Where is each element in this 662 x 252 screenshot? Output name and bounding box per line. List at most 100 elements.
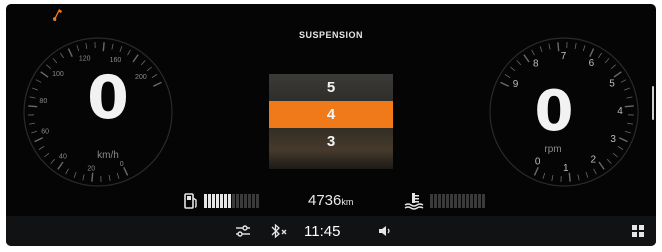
gauge-segment (466, 194, 469, 208)
dial-tick (60, 52, 64, 59)
dial-tick-label: 3 (610, 134, 616, 145)
dial-tick (140, 60, 146, 66)
dial-tick (516, 60, 522, 66)
gauge-segment (224, 194, 227, 208)
coolant-gauge (430, 194, 485, 208)
dial-tick-label: 6 (589, 58, 595, 69)
gauge-segment (438, 194, 441, 208)
gauge-segment (232, 194, 235, 208)
dial-tick (612, 152, 618, 158)
dial-tick (65, 168, 69, 175)
dial-tick (618, 137, 628, 143)
speaker-icon[interactable] (378, 224, 392, 238)
wrench-warning-icon (53, 9, 62, 21)
gauge-segment (208, 194, 211, 208)
dial-tick (585, 172, 589, 178)
dial-tick-label: 120 (79, 56, 91, 63)
fuel-gauge (204, 194, 259, 208)
clock: 11:45 (304, 223, 341, 240)
dial-tick (34, 137, 44, 143)
grid-icon[interactable] (632, 225, 644, 237)
dial-tick (542, 172, 546, 179)
gauge-segment (212, 194, 215, 208)
dial-tick (606, 158, 612, 164)
dial-tick (40, 71, 49, 78)
dial-tick (67, 48, 73, 58)
dial-tick (577, 174, 580, 181)
dial-tick-label: 40 (59, 154, 67, 161)
dial-tick (598, 52, 602, 59)
gauge-segment (458, 194, 461, 208)
dial-tick (32, 87, 38, 91)
dial-tick-label: 0 (120, 161, 124, 168)
speed-value: 0 (87, 63, 129, 133)
dial-tick (50, 158, 56, 164)
dial-tick (589, 48, 595, 58)
dial-tick (523, 54, 530, 63)
dial-tick (35, 79, 42, 83)
gauge-segment (454, 194, 457, 208)
dial-tick (52, 58, 58, 64)
speed-unit: km/h (97, 150, 119, 161)
sliders-icon[interactable] (235, 224, 251, 238)
edge-indicator (652, 86, 654, 120)
dial-tick-label: 2 (591, 155, 597, 166)
dial-tick (28, 122, 36, 125)
odometer-value: 4736 (308, 192, 342, 209)
fuel-pump-icon (184, 193, 197, 209)
gauge-segment (482, 194, 485, 208)
gauge-segment (220, 194, 223, 208)
odometer: 4736km (308, 192, 353, 209)
gauge-segment (216, 194, 219, 208)
dial-tick (582, 45, 586, 52)
suspension-level-3[interactable]: 3 (269, 128, 393, 155)
suspension-title: SUSPENSION (298, 30, 363, 40)
dial-tick (604, 58, 610, 64)
dial-tick (85, 42, 88, 50)
dial-tick (557, 42, 560, 52)
gauge-segment (434, 194, 437, 208)
dial-tick (624, 105, 634, 108)
dial-tick-label: 1 (563, 163, 569, 174)
gauge-segment (204, 194, 207, 208)
bluetooth-off-icon[interactable] (270, 223, 288, 239)
dial-tick-label: 9 (513, 79, 519, 90)
dial-tick (57, 161, 64, 170)
dial-tick (500, 81, 510, 87)
frame: 0 20 40 60 80 100 120 160 200 0 km/h SUSPENSION … (0, 0, 662, 252)
dial-tick (598, 161, 605, 170)
gauge-segment (256, 194, 259, 208)
suspension-selector[interactable]: 5 4 3 (269, 74, 393, 169)
dial-tick (91, 172, 94, 182)
dial-tick-label: 5 (609, 78, 615, 89)
dial-tick (504, 74, 511, 78)
status-bar: 11:45 (6, 216, 656, 246)
dial-tick (29, 96, 36, 99)
dial-tick (617, 146, 624, 150)
dial-tick-label: 7 (561, 51, 567, 62)
dial-tick (116, 172, 120, 179)
gauge-segment (244, 194, 247, 208)
gauge-segment (478, 194, 481, 208)
dial-tick (119, 46, 123, 52)
dial-tick (626, 122, 634, 125)
dial-tick-label: 4 (617, 106, 623, 117)
dial-tick (38, 146, 45, 150)
rpm-unit: rpm (544, 144, 562, 155)
dial-tick-label: 80 (39, 98, 47, 105)
dial-tick (146, 66, 152, 72)
dial-tick (127, 49, 131, 56)
dial-tick-label: 20 (87, 166, 95, 173)
dial-tick (626, 96, 633, 99)
rpm-value: 0 (534, 79, 574, 144)
suspension-level-5[interactable]: 5 (269, 74, 393, 101)
gauge-segment (462, 194, 465, 208)
gauge-segment (474, 194, 477, 208)
suspension-level-4-selected[interactable]: 4 (269, 101, 393, 128)
gauge-segment (248, 194, 251, 208)
dial-tick (44, 152, 50, 158)
odometer-unit: km (341, 197, 354, 207)
gauge-segment (252, 194, 255, 208)
gauge-segment (236, 194, 239, 208)
dial-tick-label: 8 (533, 59, 539, 70)
